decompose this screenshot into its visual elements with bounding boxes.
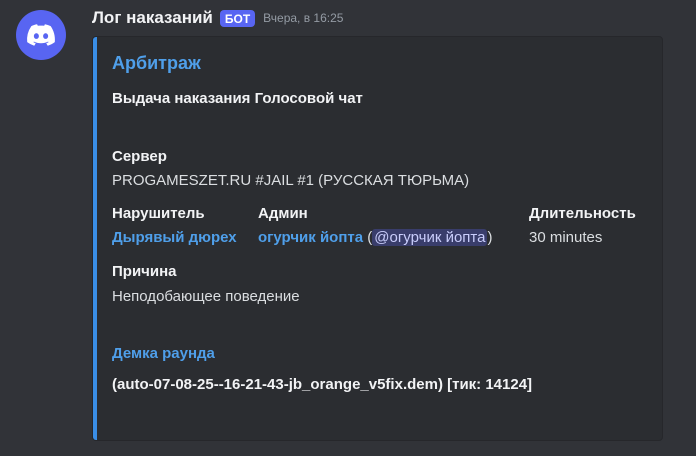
embed-description: Выдача наказания Голосовой чат xyxy=(112,90,363,107)
field-duration-name: Длительность xyxy=(529,205,636,222)
embed-title: Арбитраж xyxy=(112,53,201,73)
embed-content: Арбитраж Выдача наказания Голосовой чат … xyxy=(112,37,654,440)
field-admin-value: огурчик йопта (@огурчик йопта) xyxy=(258,229,492,246)
embed-accent-bar xyxy=(93,37,97,440)
admin-mention[interactable]: @огурчик йопта xyxy=(372,229,488,246)
field-server-value: PROGAMESZET.RU #JAIL #1 (РУССКАЯ ТЮРЬМА) xyxy=(112,172,470,189)
field-admin-name: Админ xyxy=(258,205,308,222)
demo-link[interactable]: Демка раунда xyxy=(112,345,215,362)
embed-card: Арбитраж Выдача наказания Голосовой чат … xyxy=(92,36,663,441)
message-header: Лог наказаний БОТ Вчера, в 16:25 xyxy=(92,8,343,28)
admin-link[interactable]: огурчик йопта xyxy=(258,229,363,246)
message-timestamp[interactable]: Вчера, в 16:25 xyxy=(263,11,343,25)
username[interactable]: Лог наказаний xyxy=(92,8,213,28)
bot-badge: БОТ xyxy=(219,9,256,27)
field-reason-name: Причина xyxy=(112,263,177,280)
field-violator-name: Нарушитель xyxy=(112,205,205,222)
field-reason-value: Неподобающее поведение xyxy=(112,288,300,305)
field-server-name: Сервер xyxy=(112,148,167,165)
field-duration-value: 30 minutes xyxy=(529,229,603,246)
admin-paren-close: ) xyxy=(487,229,493,246)
chat-message: Лог наказаний БОТ Вчера, в 16:25 Арбитра… xyxy=(0,0,696,456)
field-violator-value[interactable]: Дырявый дюрех xyxy=(112,229,237,246)
avatar[interactable] xyxy=(16,10,66,60)
discord-logo-icon xyxy=(27,24,55,46)
demo-file-value: (auto-07-08-25--16-21-43-jb_orange_v5fix… xyxy=(112,376,533,393)
